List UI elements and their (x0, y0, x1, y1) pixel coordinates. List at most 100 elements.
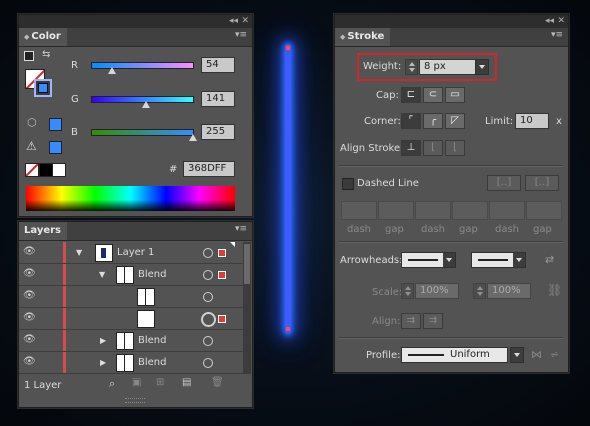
selection-indicator[interactable] (218, 249, 226, 257)
locate-object-icon[interactable]: ⌕ (109, 377, 115, 391)
layer-row[interactable]: 👁 (19, 308, 243, 330)
black-swatch[interactable] (39, 163, 53, 177)
b-value-field[interactable]: 255 (201, 124, 235, 140)
white-swatch[interactable] (52, 163, 66, 177)
collapse-icon[interactable]: ◂◂ (545, 16, 554, 26)
new-sublayer-icon[interactable]: ⊞ (156, 377, 164, 388)
target-icon[interactable] (203, 248, 213, 258)
dash-field[interactable] (489, 201, 525, 220)
target-icon[interactable] (203, 358, 213, 368)
weight-dropdown[interactable] (475, 59, 489, 75)
gap-field[interactable] (452, 201, 488, 220)
round-cap-button[interactable]: ⊂ (423, 87, 443, 103)
layer-row[interactable]: 👁 (19, 286, 243, 308)
g-slider-thumb[interactable] (142, 101, 150, 108)
color-spectrum[interactable] (26, 186, 235, 211)
layer-row[interactable]: 👁 ▶ Blend (19, 352, 243, 374)
clipping-mask-icon[interactable]: ▣ (132, 377, 141, 388)
layer-row[interactable]: 👁 ▶ Blend (19, 330, 243, 352)
selection-indicator[interactable] (218, 315, 226, 323)
expand-arrow-icon[interactable]: ▼ (76, 248, 82, 257)
layer-name[interactable]: Layer 1 (117, 247, 154, 258)
profile-dropdown[interactable]: Uniform (401, 347, 508, 363)
weight-field[interactable]: 8 px (419, 59, 476, 75)
r-slider-thumb[interactable] (108, 67, 116, 74)
eye-icon[interactable]: 👁 (23, 290, 37, 302)
eye-icon[interactable]: 👁 (23, 356, 37, 368)
none-swatch[interactable] (25, 163, 39, 177)
glow-line[interactable] (285, 44, 291, 334)
expand-arrow-icon[interactable]: ▶ (100, 358, 106, 367)
limit-field[interactable]: 10 (515, 113, 549, 129)
layer-name[interactable]: Blend (138, 269, 166, 280)
link-scale-icon[interactable]: ⛓ (547, 283, 562, 297)
extend-arrow-tip-button[interactable]: ⇉ (401, 313, 421, 329)
eye-icon[interactable]: 👁 (23, 334, 37, 346)
tab-layers[interactable]: Layers (19, 222, 67, 240)
expand-arrow-icon[interactable]: ▼ (99, 270, 105, 279)
miter-join-button[interactable]: ⌜ (401, 113, 421, 129)
target-icon[interactable] (203, 336, 213, 346)
selection-indicator[interactable] (218, 271, 226, 279)
preserve-dashes-button[interactable]: [‥] (487, 175, 521, 191)
collapse-icon[interactable]: ◂◂ (229, 16, 238, 26)
scale-start-stepper[interactable] (401, 283, 414, 299)
scale-start-field[interactable]: 100% (415, 283, 459, 299)
warning-icon[interactable]: ⚠ (26, 139, 37, 153)
stroke-swatch[interactable] (34, 79, 52, 97)
round-join-button[interactable]: ╭ (423, 113, 443, 129)
tab-color[interactable]: ◆ Color (19, 28, 67, 46)
line-end-point[interactable] (286, 327, 290, 331)
layer-row[interactable]: 👁 ▼ Layer 1 (19, 242, 243, 264)
new-layer-icon[interactable]: ▤ (182, 377, 191, 388)
align-center-button[interactable]: ⊥ (401, 140, 421, 156)
align-dashes-button[interactable]: [‥] (525, 175, 559, 191)
flip-along-icon[interactable]: ⋈ (531, 348, 542, 361)
close-icon[interactable]: ✕ (557, 16, 565, 26)
layer-row[interactable]: 👁 ▼ Blend (19, 264, 243, 286)
eye-icon[interactable]: 👁 (23, 268, 37, 280)
swap-colors-icon[interactable]: ⇆ (42, 49, 50, 60)
layer-name[interactable]: Blend (138, 357, 166, 368)
dash-field[interactable] (341, 201, 377, 220)
dash-field[interactable] (415, 201, 451, 220)
layer-name[interactable]: Blend (138, 335, 166, 346)
canvas-area[interactable] (262, 0, 326, 426)
b-slider-thumb[interactable] (189, 134, 197, 141)
scale-end-stepper[interactable] (473, 283, 486, 299)
panel-menu-icon[interactable]: ▾≡ (551, 30, 563, 40)
b-slider[interactable] (91, 129, 194, 136)
default-colors-icon[interactable] (24, 51, 34, 61)
butt-cap-button[interactable]: ⊏ (401, 87, 421, 103)
target-icon[interactable] (203, 270, 213, 280)
eye-icon[interactable]: 👁 (23, 312, 37, 324)
gap-field[interactable] (526, 201, 562, 220)
swap-arrowheads-icon[interactable]: ⇄ (545, 253, 554, 266)
flip-across-icon[interactable]: ⩫ (550, 348, 559, 361)
align-inside-button[interactable]: ⌊ (423, 140, 443, 156)
target-icon[interactable] (201, 312, 216, 327)
dashed-line-checkbox[interactable] (342, 178, 354, 190)
target-icon[interactable] (203, 292, 213, 302)
r-slider[interactable] (91, 62, 194, 69)
eye-icon[interactable]: 👁 (23, 246, 37, 258)
bevel-join-button[interactable]: ◸ (445, 113, 465, 129)
hex-field[interactable]: 368DFF (183, 161, 235, 177)
start-arrowhead-dropdown[interactable] (401, 252, 456, 268)
web-safe-swatch[interactable] (49, 118, 62, 131)
layers-scrollbar[interactable] (243, 242, 251, 374)
profile-dropdown-arrow[interactable] (510, 347, 524, 363)
r-value-field[interactable]: 54 (201, 57, 235, 73)
g-value-field[interactable]: 141 (201, 91, 235, 107)
end-arrowhead-dropdown[interactable] (471, 252, 526, 268)
gap-field[interactable] (378, 201, 414, 220)
align-outside-button[interactable]: ⌊ (445, 140, 465, 156)
line-start-point[interactable] (286, 46, 290, 50)
projecting-cap-button[interactable]: ▭ (445, 87, 465, 103)
tab-stroke[interactable]: ◆ Stroke (335, 28, 391, 46)
close-icon[interactable]: ✕ (241, 16, 249, 26)
color-panel-titlebar[interactable]: ◂◂ ✕ (19, 15, 252, 28)
resize-grip[interactable] (125, 398, 145, 403)
expand-arrow-icon[interactable]: ▶ (100, 336, 106, 345)
stroke-panel-titlebar[interactable]: ◂◂ ✕ (335, 15, 568, 28)
